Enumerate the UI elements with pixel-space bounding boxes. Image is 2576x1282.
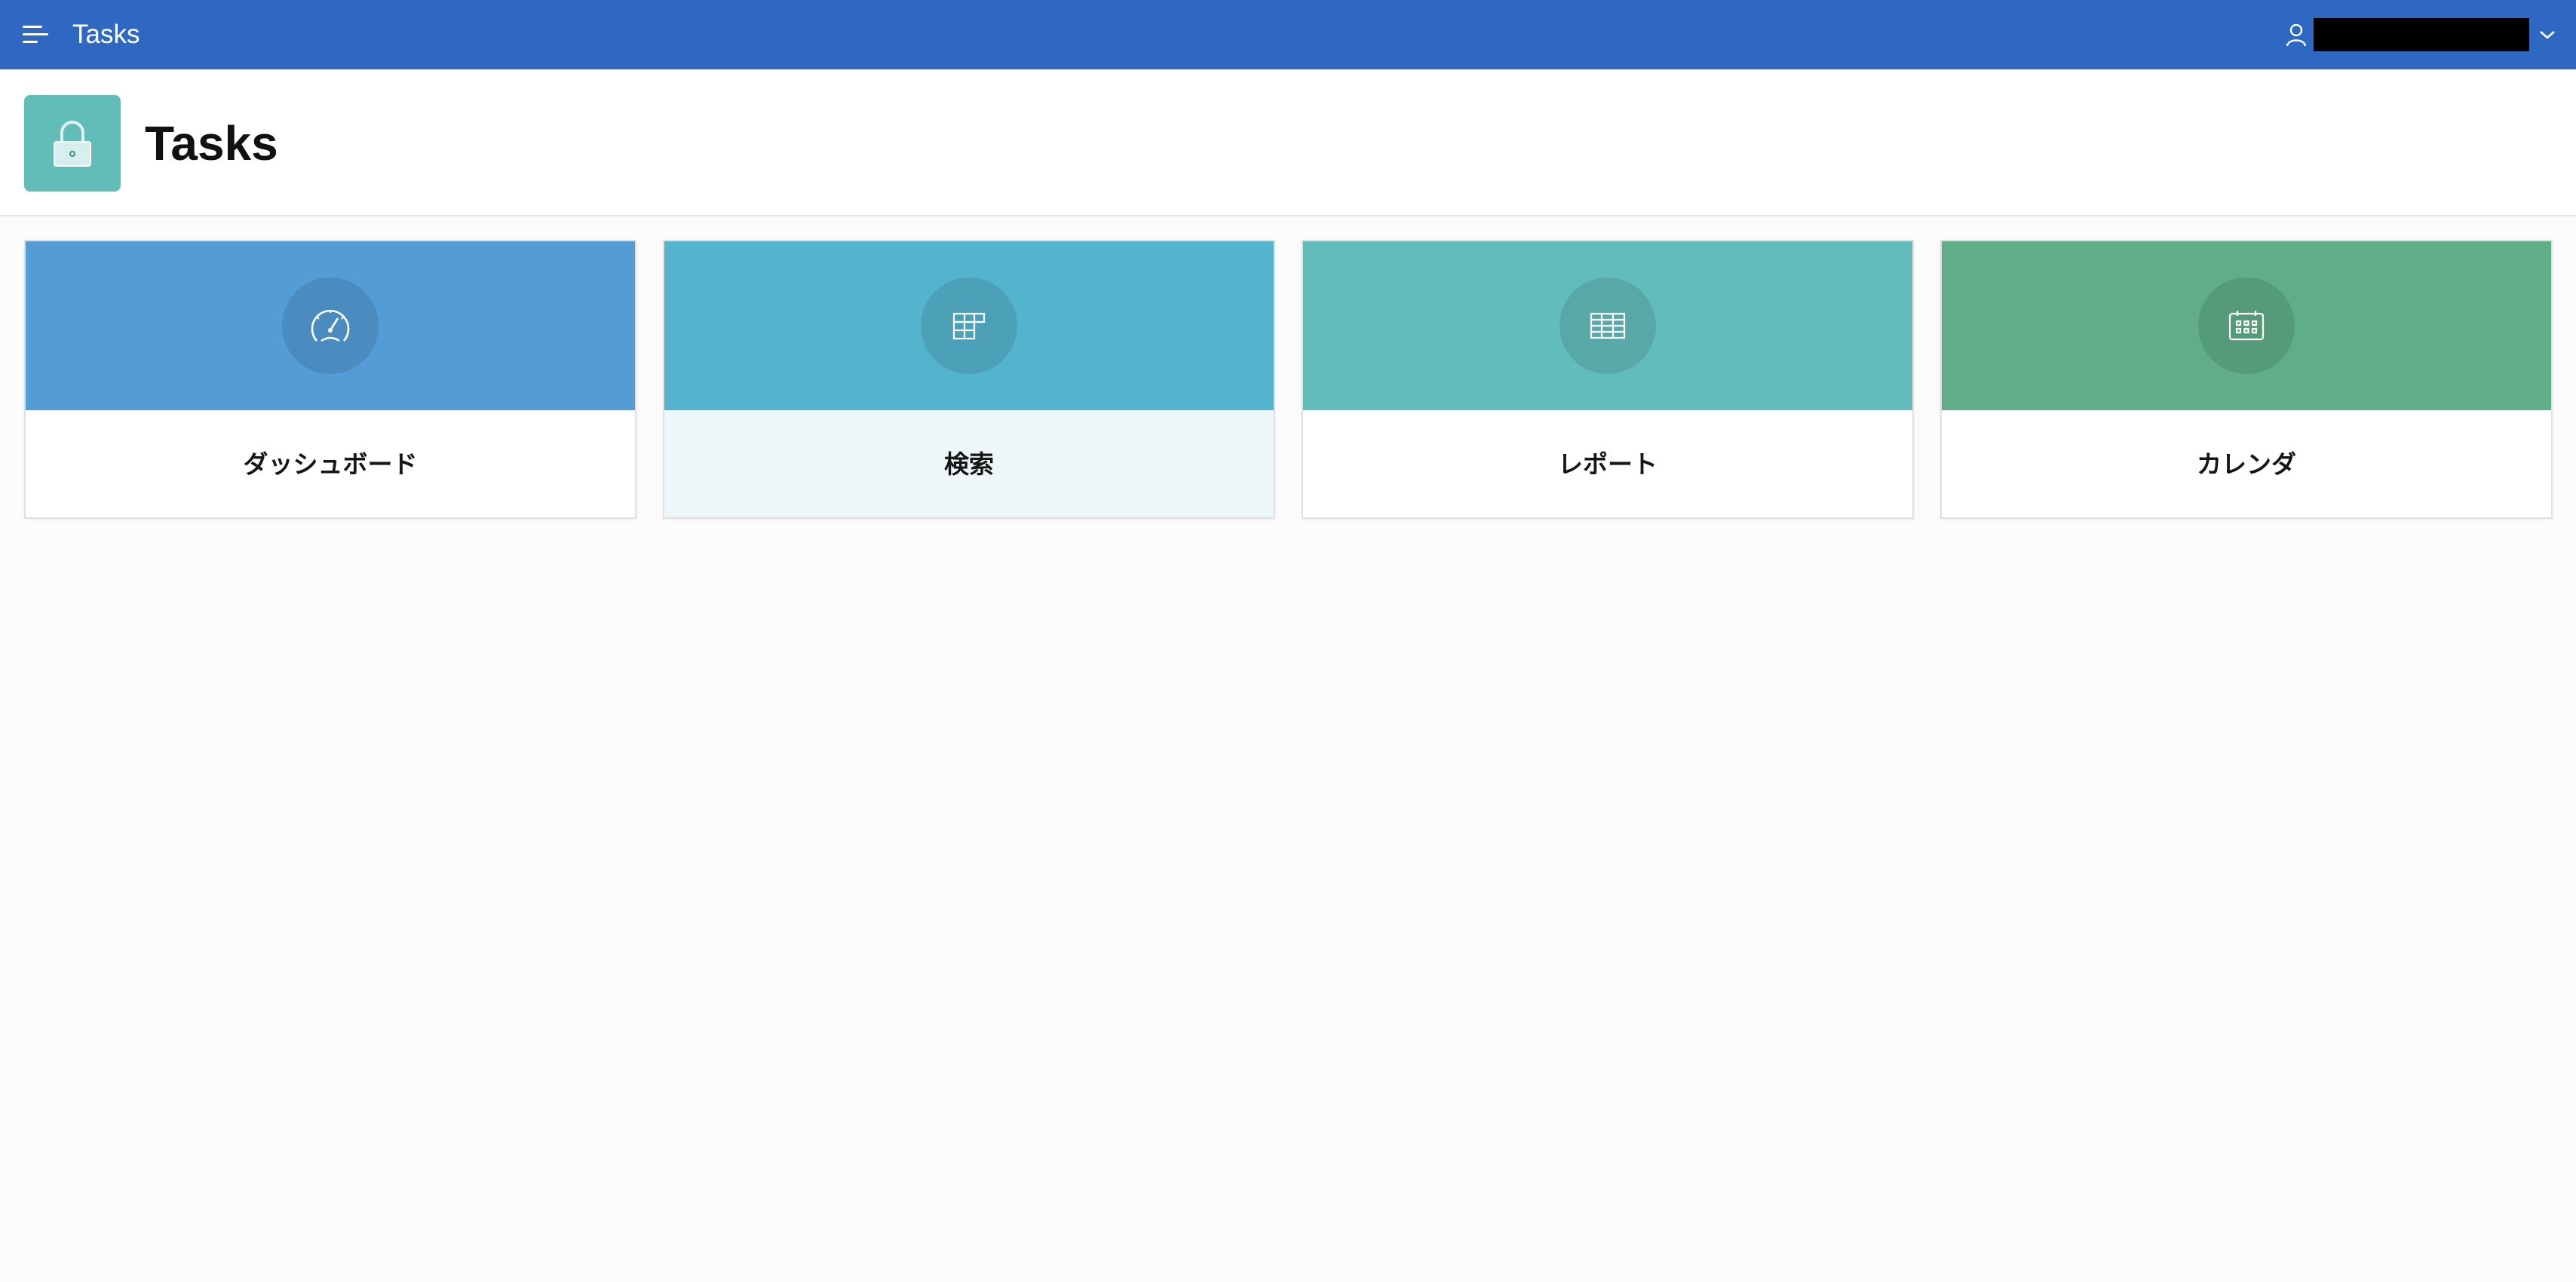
page-title: Tasks xyxy=(145,116,278,170)
card-dashboard[interactable]: ダッシュボード xyxy=(24,240,636,519)
card-banner xyxy=(1303,241,1912,410)
card-label: レポート xyxy=(1558,449,1658,479)
chevron-down-icon[interactable] xyxy=(2538,29,2556,41)
grid-table-icon xyxy=(1559,278,1656,374)
top-navigation-bar: Tasks xyxy=(0,0,2576,69)
card-label: ダッシュボード xyxy=(243,449,418,479)
calendar-icon xyxy=(2198,278,2295,374)
card-banner xyxy=(26,241,635,410)
card-banner xyxy=(664,241,1274,410)
card-label: 検索 xyxy=(944,449,994,479)
card-report[interactable]: レポート xyxy=(1302,240,1914,519)
user-menu[interactable] xyxy=(2285,12,2556,57)
card-banner xyxy=(1942,241,2551,410)
user-icon xyxy=(2286,23,2307,47)
page-title-region: Tasks xyxy=(0,69,2576,216)
hamburger-menu-icon[interactable] xyxy=(21,21,51,48)
speedometer-icon xyxy=(282,278,379,374)
app-title[interactable]: Tasks xyxy=(72,17,140,53)
card-calendar[interactable]: カレンダ xyxy=(1940,240,2553,519)
card-search[interactable]: 検索 xyxy=(663,240,1275,519)
card-label: カレンダ xyxy=(2197,449,2296,479)
table-search-icon xyxy=(921,278,1017,374)
padlock-icon xyxy=(24,95,121,192)
user-name xyxy=(2314,18,2529,51)
